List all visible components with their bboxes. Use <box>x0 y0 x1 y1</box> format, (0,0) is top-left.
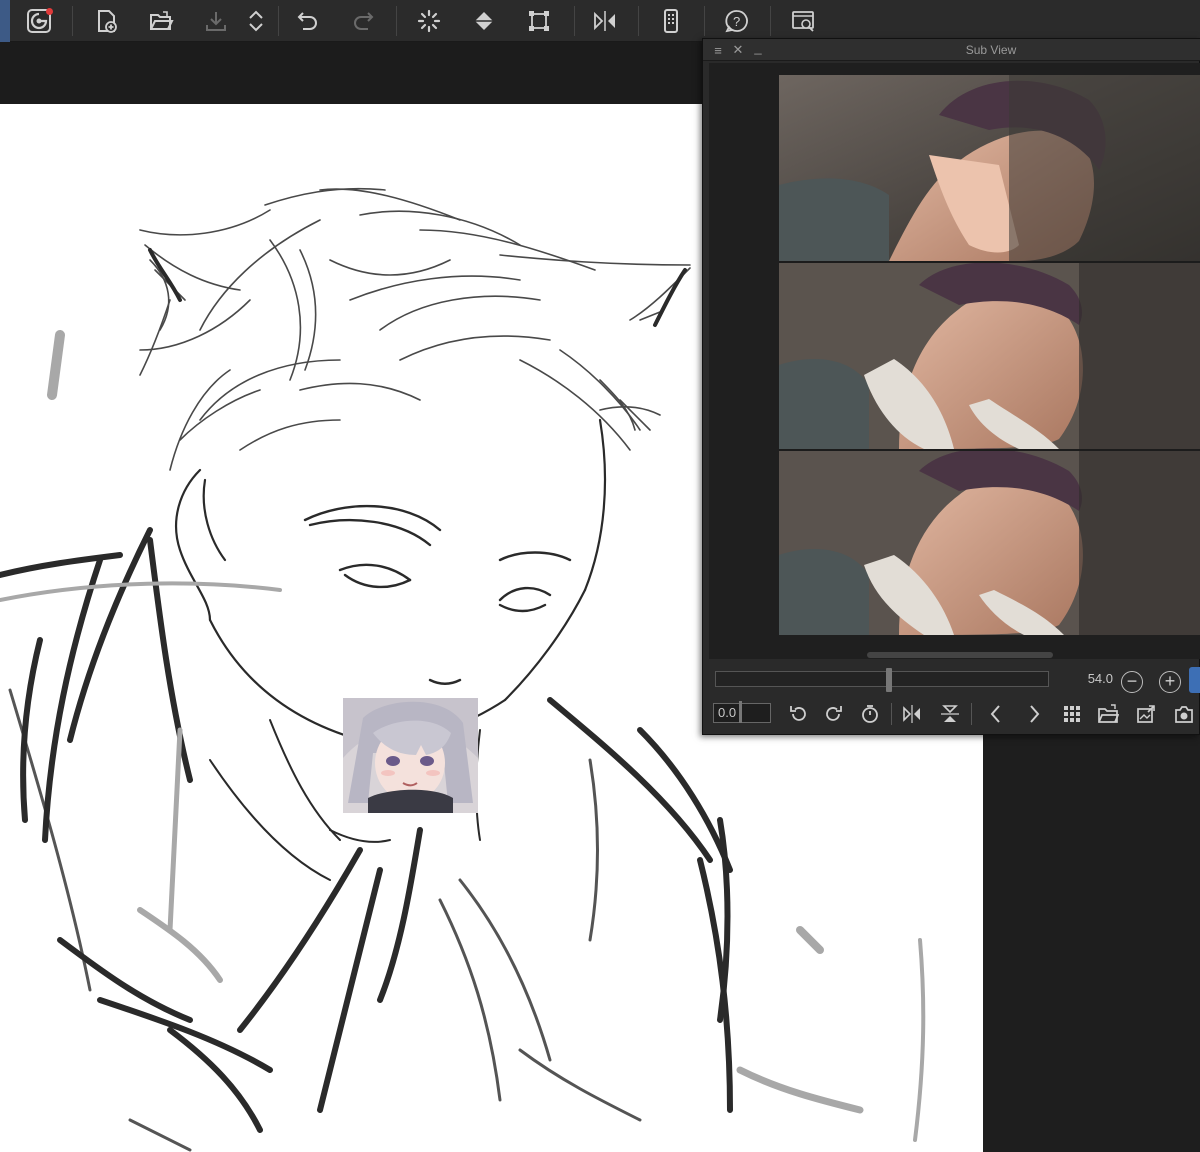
flip-horizontal-icon[interactable] <box>587 4 623 38</box>
chevron-left-icon[interactable] <box>983 701 1009 727</box>
reset-rotation-icon[interactable] <box>857 701 883 727</box>
main-toolbar: ? <box>0 0 1200 42</box>
import-image-icon[interactable] <box>1133 701 1159 727</box>
toolbar-divider <box>72 6 73 36</box>
workspace-background <box>983 735 1200 1152</box>
rotation-controls: 0.0 <box>709 699 1200 731</box>
toolbar-divider <box>704 6 705 36</box>
notification-dot <box>46 8 53 15</box>
panel-toggle-button[interactable] <box>1189 667 1200 693</box>
app-logo-icon[interactable] <box>21 4 57 38</box>
sub-view-titlebar[interactable]: ≡ ✕ _ Sub View <box>703 39 1200 61</box>
zoom-slider-handle[interactable] <box>886 668 892 692</box>
reference-photo <box>779 75 1200 635</box>
undo-icon[interactable] <box>290 4 326 38</box>
grid-view-icon[interactable] <box>1059 701 1085 727</box>
clip-studio-window: ? ≡ ✕ _ Sub View 54.0 − + 0.0 <box>0 0 1200 1152</box>
sub-view-title: Sub View <box>965 43 1017 57</box>
loading-icon[interactable] <box>411 4 447 38</box>
open-folder-icon[interactable] <box>143 4 179 38</box>
new-canvas-icon[interactable] <box>88 4 124 38</box>
svg-text:?: ? <box>733 14 740 29</box>
redo-icon[interactable] <box>345 4 381 38</box>
rotate-right-icon[interactable] <box>821 701 847 727</box>
rotation-angle-marker <box>739 701 742 723</box>
toolbar-divider <box>574 6 575 36</box>
flip-vertical-icon[interactable] <box>937 701 963 727</box>
toolbar-divider <box>396 6 397 36</box>
toolbar-divider <box>638 6 639 36</box>
save-icon[interactable] <box>198 4 234 38</box>
device-icon[interactable] <box>653 4 689 38</box>
reference-image-viewport[interactable] <box>709 63 1200 659</box>
open-folder-icon[interactable] <box>1095 701 1121 727</box>
anime-girl-sticker <box>343 698 478 813</box>
horizontal-scrollbar[interactable] <box>867 652 1053 658</box>
toolbar-divider <box>971 703 972 725</box>
toolbar-divider <box>770 6 771 36</box>
settings-icon[interactable] <box>785 4 821 38</box>
zoom-controls: 54.0 − + <box>709 663 1200 697</box>
toolbar-divider <box>278 6 279 36</box>
sub-view-panel: ≡ ✕ _ Sub View 54.0 − + 0.0 <box>702 38 1200 735</box>
transform-icon[interactable] <box>521 4 557 38</box>
flip-horizontal-icon[interactable] <box>899 701 925 727</box>
toolbar-divider <box>891 703 892 725</box>
zoom-value[interactable]: 54.0 <box>1073 671 1113 686</box>
chevron-right-icon[interactable] <box>1021 701 1047 727</box>
document-tab-strip <box>0 42 702 104</box>
layer-order-icon[interactable] <box>238 4 274 38</box>
toolbar-accent <box>0 0 10 42</box>
help-icon[interactable]: ? <box>719 4 755 38</box>
rotate-left-icon[interactable] <box>785 701 811 727</box>
rotation-angle-input[interactable]: 0.0 <box>713 703 771 723</box>
fill-icon[interactable] <box>466 4 502 38</box>
zoom-out-button[interactable]: − <box>1121 671 1143 693</box>
zoom-in-button[interactable]: + <box>1159 671 1181 693</box>
camera-icon[interactable] <box>1171 701 1197 727</box>
zoom-slider[interactable] <box>715 668 1049 692</box>
